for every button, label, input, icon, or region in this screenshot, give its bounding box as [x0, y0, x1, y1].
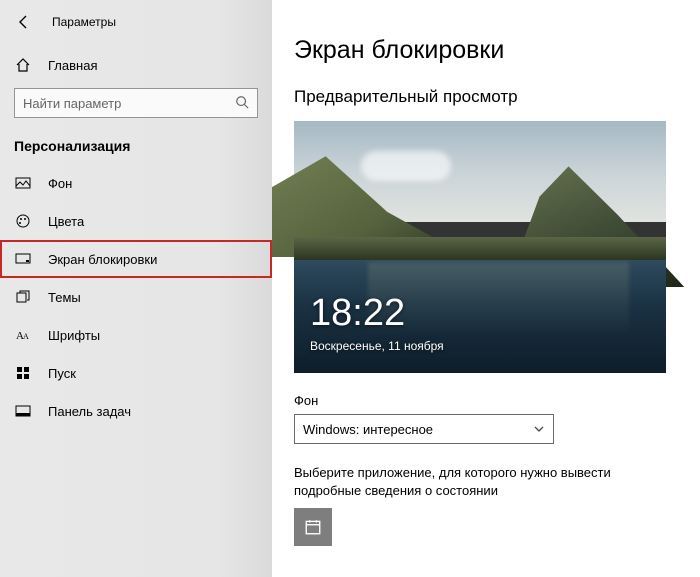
search-icon: [235, 95, 251, 111]
nav-label: Цвета: [48, 214, 84, 229]
themes-icon: [14, 288, 32, 306]
nav-label: Шрифты: [48, 328, 100, 343]
header-row: Параметры: [0, 8, 272, 46]
back-button[interactable]: [14, 12, 34, 32]
sidebar: Параметры Главная Персонализация Фон: [0, 0, 272, 577]
nav-lock-screen[interactable]: Экран блокировки: [0, 240, 272, 278]
preview-cloud: [361, 151, 451, 181]
nav-label: Пуск: [48, 366, 76, 381]
choose-app-label: Выберите приложение, для которого нужно …: [294, 464, 654, 500]
nav-colors[interactable]: Цвета: [0, 202, 272, 240]
app-tile-calendar[interactable]: [294, 508, 332, 546]
nav-taskbar[interactable]: Панель задач: [0, 392, 272, 430]
nav-start[interactable]: Пуск: [0, 354, 272, 392]
nav-label: Экран блокировки: [48, 252, 157, 267]
svg-text:A: A: [23, 332, 29, 341]
preview-date: Воскресенье, 11 ноября: [310, 339, 444, 353]
preview-heading: Предварительный просмотр: [294, 87, 680, 107]
preview-shore: [294, 237, 666, 262]
home-link[interactable]: Главная: [0, 46, 272, 84]
main-content: Экран блокировки Предварительный просмот…: [272, 0, 700, 577]
arrow-left-icon: [16, 14, 32, 30]
background-dropdown[interactable]: Windows: интересное: [294, 414, 554, 444]
home-icon: [14, 56, 32, 74]
search-box[interactable]: [14, 88, 258, 118]
nav-label: Панель задач: [48, 404, 131, 419]
background-label: Фон: [294, 393, 680, 408]
window-title: Параметры: [52, 15, 116, 29]
nav-label: Темы: [48, 290, 81, 305]
lock-screen-icon: [14, 250, 32, 268]
page-title: Экран блокировки: [294, 36, 680, 65]
app-tiles: [294, 508, 680, 546]
search-input[interactable]: [15, 89, 257, 117]
preview-reflection: [368, 262, 628, 338]
nav-themes[interactable]: Темы: [0, 278, 272, 316]
preview-time: 18:22: [310, 292, 405, 335]
calendar-icon: [304, 518, 322, 536]
nav-fonts[interactable]: AA Шрифты: [0, 316, 272, 354]
lock-screen-preview: 18:22 Воскресенье, 11 ноября: [294, 121, 666, 373]
home-label: Главная: [48, 58, 97, 73]
palette-icon: [14, 212, 32, 230]
nav-label: Фон: [48, 176, 72, 191]
taskbar-icon: [14, 402, 32, 420]
picture-icon: [14, 174, 32, 192]
fonts-icon: AA: [14, 326, 32, 344]
dropdown-value: Windows: интересное: [303, 422, 433, 437]
nav-background[interactable]: Фон: [0, 164, 272, 202]
start-icon: [14, 364, 32, 382]
chevron-down-icon: [533, 423, 545, 435]
section-title: Персонализация: [0, 132, 272, 164]
